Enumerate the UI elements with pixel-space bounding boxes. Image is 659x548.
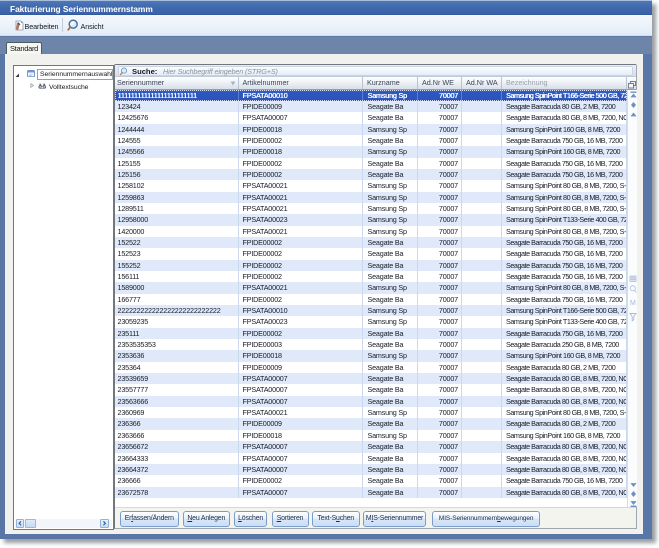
- svg-text:M: M: [630, 300, 636, 307]
